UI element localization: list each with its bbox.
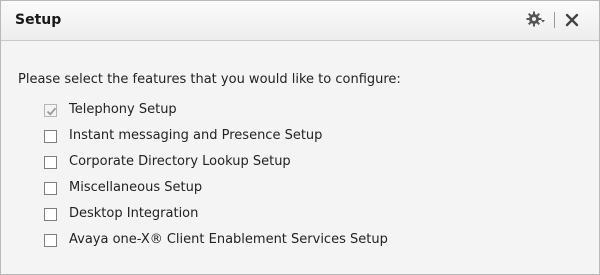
feature-option-instant-messaging[interactable]: Instant messaging and Presence Setup: [44, 128, 444, 154]
directory-lookup-label: Corporate Directory Lookup Setup: [69, 154, 291, 169]
feature-option-client-enablement[interactable]: Avaya one-X® Client Enablement Services …: [44, 232, 444, 258]
desktop-integration-label: Desktop Integration: [69, 206, 199, 221]
close-icon[interactable]: [564, 12, 580, 28]
feature-option-telephony[interactable]: Telephony Setup: [44, 102, 444, 128]
feature-option-miscellaneous[interactable]: Miscellaneous Setup: [44, 180, 444, 206]
telephony-checkbox[interactable]: [44, 104, 57, 117]
instant-messaging-label: Instant messaging and Presence Setup: [69, 128, 323, 143]
instant-messaging-checkbox[interactable]: [44, 130, 57, 143]
client-enablement-checkbox[interactable]: [44, 234, 57, 247]
telephony-label: Telephony Setup: [69, 102, 177, 117]
setup-panel: Setup Please select the features that yo…: [0, 0, 600, 275]
miscellaneous-label: Miscellaneous Setup: [69, 180, 203, 195]
directory-lookup-checkbox[interactable]: [44, 156, 57, 169]
instruction-text: Please select the features that you woul…: [18, 72, 401, 87]
gear-dropdown-icon[interactable]: [526, 10, 546, 30]
header-separator: [554, 12, 555, 28]
panel-title: Setup: [15, 12, 62, 28]
feature-option-desktop-integration[interactable]: Desktop Integration: [44, 206, 444, 232]
panel-header: Setup: [1, 1, 599, 41]
feature-list: Telephony Setup Instant messaging and Pr…: [44, 102, 444, 258]
desktop-integration-checkbox[interactable]: [44, 208, 57, 221]
feature-option-directory-lookup[interactable]: Corporate Directory Lookup Setup: [44, 154, 444, 180]
client-enablement-label: Avaya one-X® Client Enablement Services …: [69, 232, 388, 247]
miscellaneous-checkbox[interactable]: [44, 182, 57, 195]
